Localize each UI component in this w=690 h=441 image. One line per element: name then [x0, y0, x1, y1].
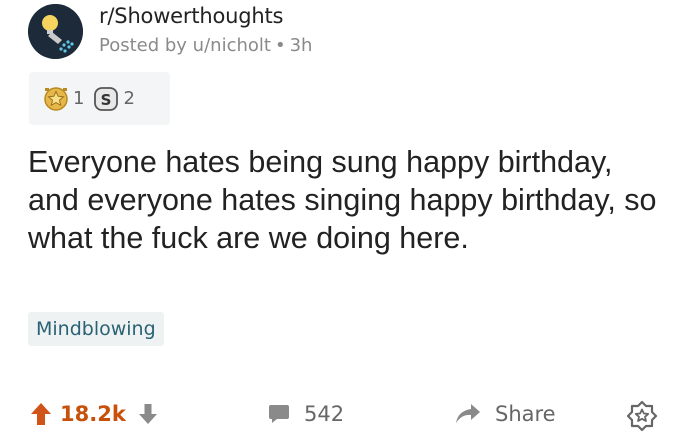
- post-header: r/Showerthoughts Posted by u/nicholt • 3h: [28, 2, 668, 62]
- award-silver[interactable]: 1: [42, 85, 84, 113]
- silver-award-icon: [44, 86, 68, 111]
- vote-score: 18.2k: [60, 402, 126, 426]
- vote-controls: 18.2k: [30, 402, 158, 426]
- meta-separator: •: [274, 35, 286, 56]
- post-meta: Posted by u/nicholt • 3h: [99, 35, 312, 56]
- svg-text:S: S: [101, 91, 112, 109]
- upvote-arrow-icon[interactable]: [30, 402, 52, 426]
- downvote-arrow-icon[interactable]: [138, 403, 158, 425]
- comments-button[interactable]: 542: [268, 402, 344, 426]
- comment-bubble-icon: [269, 405, 289, 423]
- subreddit-name[interactable]: r/Showerthoughts: [99, 4, 283, 28]
- award-count: 1: [73, 88, 85, 109]
- post-actions-bar: 18.2k 542 Share: [0, 396, 690, 441]
- award-star-icon: [626, 400, 658, 432]
- gold-award-icon: S: [94, 86, 119, 111]
- post-time: 3h: [289, 35, 313, 56]
- share-arrow-icon: [456, 404, 480, 423]
- awards-bar[interactable]: 1 S 2: [29, 72, 170, 125]
- posted-by[interactable]: Posted by u/nicholt: [99, 35, 271, 56]
- post-title[interactable]: Everyone hates being sung happy birthday…: [28, 143, 658, 257]
- award-gold[interactable]: S 2: [92, 85, 135, 113]
- share-button[interactable]: Share: [455, 402, 556, 426]
- subreddit-avatar[interactable]: [28, 4, 83, 59]
- award-count: 2: [123, 88, 135, 109]
- post-flair[interactable]: Mindblowing: [28, 312, 164, 346]
- give-award-button[interactable]: [626, 400, 658, 436]
- share-label: Share: [495, 402, 556, 426]
- showerhead-icon: [28, 4, 83, 59]
- comment-count: 542: [304, 402, 345, 426]
